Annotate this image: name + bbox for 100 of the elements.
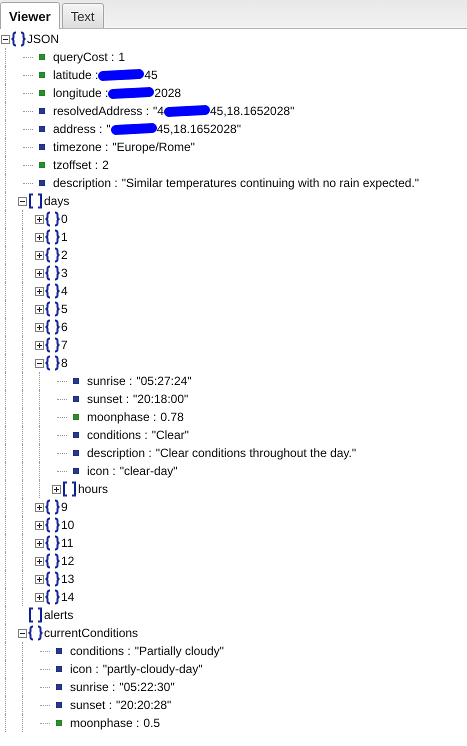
- tree-item-label[interactable]: alerts: [44, 608, 74, 622]
- value-text: 1: [118, 50, 126, 64]
- braces-icon: [44, 589, 61, 605]
- expand-icon[interactable]: [35, 502, 44, 512]
- brackets-icon: [61, 481, 78, 497]
- expand-icon[interactable]: [35, 268, 44, 278]
- tree-item-key: description :: [53, 176, 118, 190]
- tree-item-key: address :: [53, 122, 102, 136]
- tree-item-key: tzoffset :: [53, 158, 98, 172]
- braces-icon: [44, 211, 61, 227]
- braces-icon: [44, 229, 61, 245]
- value-text: 0.78: [160, 410, 184, 424]
- expand-icon[interactable]: [35, 538, 44, 548]
- expand-icon[interactable]: [35, 592, 44, 602]
- value-text: "Partially cloudy": [134, 644, 224, 658]
- tree-item-key: longitude :: [53, 86, 108, 100]
- expand-icon[interactable]: [52, 484, 61, 494]
- expand-icon[interactable]: [35, 574, 44, 584]
- expand-icon[interactable]: [35, 286, 44, 296]
- tree-item-key: moonphase :: [87, 410, 156, 424]
- braces-icon: [44, 319, 61, 335]
- collapse-icon[interactable]: [18, 628, 27, 638]
- tree-item-label[interactable]: 9: [61, 500, 68, 514]
- tree-item-label[interactable]: 13: [61, 572, 74, 586]
- tree-item-label[interactable]: 5: [61, 302, 68, 316]
- tree-item-key: icon :: [70, 662, 99, 676]
- value-text: 45,18.1652028": [156, 122, 241, 136]
- expand-icon[interactable]: [35, 340, 44, 350]
- value-text: 45,18.1652028": [210, 104, 294, 118]
- tree-item-key: icon :: [87, 464, 116, 478]
- tree-item-label[interactable]: 7: [61, 338, 68, 352]
- tree-item-key: sunset :: [70, 698, 112, 712]
- value-text: ": [106, 122, 111, 136]
- tree-item-label[interactable]: 3: [61, 266, 68, 280]
- tree-item-label[interactable]: 2: [61, 248, 68, 262]
- value-text: "20:18:00": [133, 392, 188, 406]
- braces-icon: [44, 571, 61, 587]
- value-text: 2: [102, 158, 109, 172]
- tree-item-key: sunset :: [87, 392, 130, 406]
- value-text: "20:20:28": [116, 698, 172, 712]
- expand-icon[interactable]: [35, 520, 44, 530]
- braces-icon: [27, 625, 44, 641]
- tree-item-key: timezone :: [53, 140, 108, 154]
- value-text: "Clear": [152, 428, 189, 442]
- tree-item-label[interactable]: 12: [61, 554, 74, 568]
- tree-item-label[interactable]: JSON: [27, 32, 60, 46]
- braces-icon: [44, 535, 61, 551]
- braces-icon: [10, 31, 27, 47]
- braces-icon: [44, 499, 61, 515]
- brackets-icon: [27, 607, 44, 623]
- collapse-icon[interactable]: [18, 196, 27, 206]
- tree-item-label[interactable]: hours: [78, 482, 108, 496]
- expand-icon[interactable]: [35, 232, 44, 242]
- braces-icon: [44, 265, 61, 281]
- value-text: "05:22:30": [119, 680, 175, 694]
- tree-item-key: sunrise :: [70, 680, 116, 694]
- value-text: "4: [153, 104, 164, 118]
- tree-item-label[interactable]: 8: [61, 356, 68, 370]
- tree-item-key: description :: [87, 446, 152, 460]
- tree-item-label[interactable]: 11: [61, 536, 74, 550]
- tree-item-label[interactable]: currentConditions: [44, 626, 138, 640]
- tree-item-label[interactable]: 14: [61, 590, 74, 604]
- value-text: "Europe/Rome": [112, 140, 195, 154]
- value-text: 0.5: [143, 716, 160, 730]
- expand-icon[interactable]: [35, 250, 44, 260]
- tab[interactable]: Viewer: [0, 2, 60, 29]
- value-text: "clear-day": [120, 464, 178, 478]
- braces-icon: [44, 337, 61, 353]
- tree-item-label[interactable]: 10: [61, 518, 74, 532]
- tree-item-label[interactable]: days: [44, 194, 70, 208]
- value-text: "05:27:24": [136, 374, 192, 388]
- braces-icon: [44, 517, 61, 533]
- braces-icon: [44, 283, 61, 299]
- braces-icon: [44, 247, 61, 263]
- value-text: "Clear conditions throughout the day.": [156, 446, 356, 460]
- tab[interactable]: Text: [62, 3, 104, 28]
- value-text: "Similar temperatures continuing with no rain expected.": [122, 176, 420, 190]
- expand-icon[interactable]: [35, 322, 44, 332]
- value-text: 2028: [154, 86, 182, 100]
- tree-item-label[interactable]: 1: [61, 230, 68, 244]
- expand-icon[interactable]: [35, 556, 44, 566]
- braces-icon: [44, 553, 61, 569]
- tree-item-label[interactable]: 4: [61, 284, 68, 298]
- braces-icon: [44, 355, 61, 371]
- tree-item-key: queryCost :: [53, 50, 114, 64]
- collapse-icon[interactable]: [35, 358, 44, 368]
- tree-item-label[interactable]: 6: [61, 320, 68, 334]
- tree-item-key: resolvedAddress :: [53, 104, 150, 118]
- expand-icon[interactable]: [35, 214, 44, 224]
- braces-icon: [44, 301, 61, 317]
- brackets-icon: [27, 193, 44, 209]
- value-text: "partly-cloudy-day": [102, 662, 203, 676]
- value-text: 45: [144, 68, 158, 82]
- tree-item-key: latitude :: [53, 68, 98, 82]
- tree-item-label[interactable]: 0: [61, 212, 68, 226]
- tree-item-key: conditions :: [87, 428, 148, 442]
- expand-icon[interactable]: [35, 304, 44, 314]
- collapse-icon[interactable]: [1, 34, 10, 44]
- tree-item-key: sunrise :: [87, 374, 132, 388]
- tree-item-key: conditions :: [70, 644, 131, 658]
